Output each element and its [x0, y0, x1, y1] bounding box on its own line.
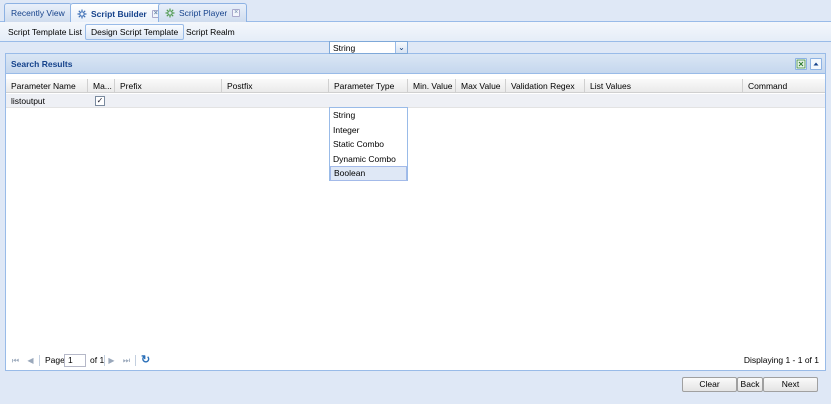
panel-title: Search Results: [11, 58, 73, 69]
gear-icon: [165, 8, 175, 18]
table-row[interactable]: listoutput ✓: [6, 94, 825, 108]
col-list-values[interactable]: List Values: [585, 79, 743, 93]
panel-header: Search Results: [6, 54, 825, 74]
subtab-label: Script Template List: [8, 27, 83, 37]
dropdown-option-string[interactable]: String: [330, 108, 407, 123]
dropdown-option-integer[interactable]: Integer: [330, 123, 407, 138]
tab-label: Script Builder: [91, 8, 147, 19]
paging-toolbar: ⏮ ◀ Page 1 of 1 ▶ ⏭ ↻ Displaying 1 - 1 o…: [6, 352, 825, 370]
parameter-type-dropdown: String Integer Static Combo Dynamic Comb…: [329, 107, 408, 181]
subtab-script-realm[interactable]: Script Realm: [181, 24, 240, 40]
col-min-value[interactable]: Min. Value: [408, 79, 456, 93]
col-parameter-type[interactable]: Parameter Type: [329, 79, 408, 93]
tab-label: Recently View: [11, 8, 65, 18]
col-validation-regex[interactable]: Validation Regex: [506, 79, 585, 93]
pager-separator: [39, 355, 40, 366]
search-results-panel: Search Results Parameter Name Ma... Pref…: [5, 53, 826, 371]
gear-icon: [77, 9, 87, 18]
tab-script-player[interactable]: Script Player ×: [158, 3, 248, 22]
page-label: Page: [45, 355, 65, 365]
combo-value: String: [333, 43, 356, 53]
page-number-input[interactable]: 1: [64, 354, 86, 367]
dropdown-option-boolean[interactable]: Boolean: [330, 166, 407, 181]
col-max-value[interactable]: Max Value: [456, 79, 506, 93]
subtab-label: Script Realm: [186, 27, 235, 37]
tab-label: Script Player: [179, 8, 228, 18]
mandatory-checkbox[interactable]: ✓: [95, 96, 105, 106]
subtab-script-template-list[interactable]: Script Template List: [3, 24, 87, 40]
back-button[interactable]: Back: [737, 377, 763, 392]
grid-header: Parameter Name Ma... Prefix Postfix Para…: [6, 79, 825, 93]
dropdown-option-dynamic-combo[interactable]: Dynamic Combo: [330, 152, 407, 167]
pager-separator: [135, 355, 136, 366]
page-count-label: of 1: [90, 355, 105, 365]
prev-page-icon[interactable]: ◀: [26, 356, 35, 365]
display-message: Displaying 1 - 1 of 1: [743, 355, 819, 365]
tab-recently-view[interactable]: Recently View: [4, 3, 72, 22]
dropdown-option-static-combo[interactable]: Static Combo: [330, 137, 407, 152]
subtab-label: Design Script Template: [91, 27, 179, 37]
col-prefix[interactable]: Prefix: [115, 79, 222, 93]
col-parameter-name[interactable]: Parameter Name: [6, 79, 88, 93]
top-tab-bar: Recently View Script Builder × Script Pl…: [0, 0, 831, 23]
next-button[interactable]: Next: [763, 377, 818, 392]
cell-parameter-name[interactable]: listoutput: [6, 94, 88, 108]
close-icon[interactable]: ×: [232, 9, 241, 17]
last-page-icon[interactable]: ⏭: [122, 356, 131, 365]
col-command[interactable]: Command: [743, 79, 825, 93]
clear-button[interactable]: Clear: [682, 377, 737, 392]
tab-script-builder[interactable]: Script Builder ×: [70, 3, 167, 23]
chevron-down-icon[interactable]: ⌄: [395, 42, 407, 53]
collapse-icon[interactable]: [810, 58, 822, 70]
col-postfix[interactable]: Postfix: [222, 79, 329, 93]
pager-separator: [104, 355, 105, 366]
col-mandatory[interactable]: Ma...: [88, 79, 115, 93]
subtab-design-script-template[interactable]: Design Script Template: [85, 24, 185, 40]
refresh-icon[interactable]: ↻: [141, 355, 150, 366]
export-excel-icon[interactable]: [795, 58, 807, 70]
sub-tab-bar: Script Template List Design Script Templ…: [0, 22, 831, 42]
next-page-icon[interactable]: ▶: [107, 356, 116, 365]
first-page-icon[interactable]: ⏮: [11, 356, 20, 365]
parameter-type-combo[interactable]: String ⌄: [329, 41, 408, 54]
